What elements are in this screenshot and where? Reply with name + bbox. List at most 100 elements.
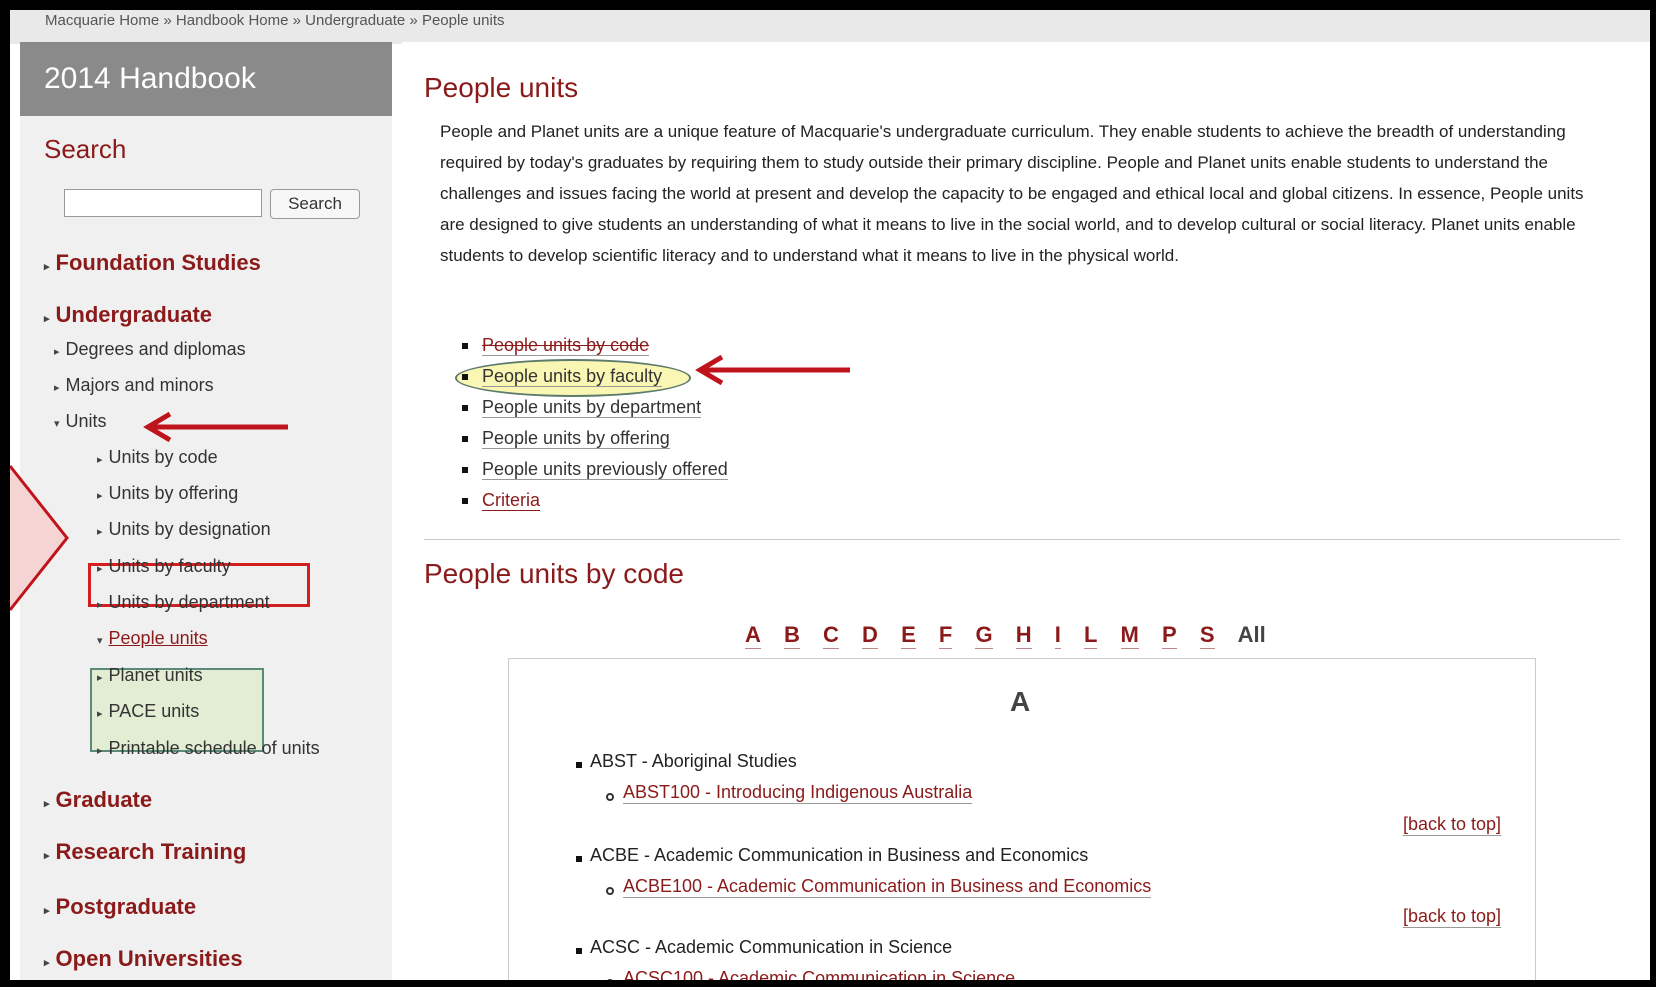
nav-postgraduate[interactable]: ▸ Postgraduate (44, 894, 196, 920)
unit-link[interactable]: ACSC100 - Academic Communication in Scie… (623, 968, 1015, 980)
letter-link-h[interactable]: H (1015, 622, 1032, 649)
bullet-icon (462, 467, 468, 473)
letter-link-f[interactable]: F (938, 622, 953, 649)
list-item: People units by department (440, 392, 728, 423)
triangle-right-icon: ▸ (44, 957, 50, 969)
triangle-right-icon: ▸ (44, 905, 50, 917)
letter-link-b[interactable]: B (784, 622, 800, 649)
circle-bullet-icon (606, 887, 614, 895)
unit-link[interactable]: ABST100 - Introducing Indigenous Austral… (623, 782, 973, 804)
list-item: People units by offering (440, 423, 728, 454)
link-people-units-previously-offered[interactable]: People units previously offered (482, 459, 728, 480)
triangle-right-icon: ▸ (97, 672, 103, 684)
unit-group-heading: ACSC - Academic Communication in Science (590, 937, 953, 957)
nav-people-units[interactable]: ▾ People units (97, 628, 208, 649)
list-item: People units by faculty (440, 361, 728, 392)
link-people-units-by-department[interactable]: People units by department (482, 397, 702, 418)
breadcrumb-handbook-home[interactable]: Handbook Home (176, 12, 289, 29)
triangle-right-icon: ▸ (97, 599, 103, 611)
unit-group-heading: ACBE - Academic Communication in Busines… (590, 845, 1089, 865)
section-letter: A (1010, 686, 1031, 717)
handbook-title: 2014 Handbook (20, 42, 392, 116)
nav-units-by-faculty[interactable]: ▸ Units by faculty (97, 556, 231, 577)
nav-foundation-studies[interactable]: ▸ Foundation Studies (44, 250, 261, 276)
unit-link[interactable]: ACBE100 - Academic Communication in Busi… (623, 876, 1152, 898)
letter-link-c[interactable]: C (823, 622, 839, 649)
nav-research-training[interactable]: ▸ Research Training (44, 839, 246, 865)
letter-link-d[interactable]: D (862, 622, 878, 649)
triangle-right-icon: ▸ (97, 745, 103, 757)
list-item: People units by code (440, 330, 728, 361)
bullet-icon (462, 498, 468, 504)
bullet-icon (462, 343, 468, 349)
triangle-down-icon: ▾ (97, 635, 103, 647)
circle-bullet-icon (606, 793, 614, 801)
nav-planet-units[interactable]: ▸ Planet units (97, 665, 203, 686)
nav-undergraduate[interactable]: ▸ Undergraduate (44, 302, 212, 328)
nav-units-by-designation[interactable]: ▸ Units by designation (97, 519, 271, 540)
page-title: People units (424, 72, 579, 103)
bullet-icon (576, 948, 582, 954)
letter-index: A B C D E F G H I L M P S All (745, 622, 1283, 649)
letter-link-e[interactable]: E (901, 622, 916, 649)
nav-units-by-code[interactable]: ▸ Units by code (97, 447, 218, 468)
triangle-right-icon: ▸ (54, 382, 60, 394)
bullet-icon (462, 405, 468, 411)
link-people-units-by-faculty[interactable]: People units by faculty (482, 366, 663, 387)
letter-link-all[interactable]: All (1238, 622, 1266, 648)
section-heading: People units by code (424, 558, 684, 589)
search-button[interactable]: Search (270, 189, 360, 219)
nav-majors[interactable]: ▸ Majors and minors (54, 375, 214, 396)
list-item: People units previously offered (440, 454, 728, 485)
triangle-right-icon: ▸ (97, 526, 103, 538)
triangle-down-icon: ▾ (54, 418, 60, 430)
bullet-icon (576, 856, 582, 862)
nav-units[interactable]: ▾ Units (54, 411, 107, 432)
bullet-icon (462, 436, 468, 442)
circle-bullet-icon (606, 979, 614, 980)
breadcrumb: Macquarie Home » Handbook Home » Undergr… (10, 10, 1650, 44)
nav-pace-units[interactable]: ▸ PACE units (97, 701, 199, 722)
triangle-right-icon: ▸ (54, 346, 60, 358)
letter-link-p[interactable]: P (1162, 622, 1177, 649)
bullet-icon (462, 374, 468, 380)
search-input[interactable] (64, 189, 262, 217)
letter-link-i[interactable]: I (1054, 622, 1061, 649)
letter-link-m[interactable]: M (1120, 622, 1139, 649)
link-criteria[interactable]: Criteria (482, 490, 541, 511)
breadcrumb-undergraduate[interactable]: Undergraduate (305, 12, 405, 29)
triangle-right-icon: ▸ (97, 454, 103, 466)
people-units-links: People units by code People units by fac… (440, 330, 728, 516)
triangle-right-icon: ▸ (44, 850, 50, 862)
nav-open-universities[interactable]: ▸ Open Universities (44, 946, 243, 972)
triangle-right-icon: ▸ (97, 490, 103, 502)
link-people-units-by-offering[interactable]: People units by offering (482, 428, 670, 449)
letter-link-a[interactable]: A (745, 622, 761, 649)
unit-group-heading: ABST - Aboriginal Studies (590, 751, 797, 771)
nav-printable-schedule[interactable]: ▸ Printable schedule of units (97, 738, 320, 759)
search-heading: Search (44, 134, 127, 164)
triangle-right-icon: ▸ (97, 708, 103, 720)
triangle-right-icon: ▸ (44, 313, 50, 325)
bullet-icon (576, 762, 582, 768)
breadcrumb-current: People units (421, 12, 505, 29)
back-to-top-link[interactable]: [back to top] (1403, 814, 1502, 836)
letter-link-l[interactable]: L (1083, 622, 1098, 649)
letter-link-s[interactable]: S (1199, 622, 1215, 649)
nav-units-by-department[interactable]: ▸ Units by department (97, 592, 270, 613)
nav-graduate[interactable]: ▸ Graduate (44, 787, 152, 813)
nav-units-by-offering[interactable]: ▸ Units by offering (97, 483, 238, 504)
browser-frame: Macquarie Home » Handbook Home » Undergr… (10, 10, 1650, 980)
link-people-units-by-code[interactable]: People units by code (482, 335, 650, 356)
intro-paragraph: People and Planet units are a unique fea… (440, 122, 1584, 265)
back-to-top-link[interactable]: [back to top] (1403, 906, 1502, 928)
breadcrumb-home[interactable]: Macquarie Home (45, 12, 159, 29)
triangle-right-icon: ▸ (97, 563, 103, 575)
triangle-right-icon: ▸ (44, 798, 50, 810)
sidebar: 2014 Handbook Search Search ▸ Foundation … (20, 42, 392, 980)
nav-degrees[interactable]: ▸ Degrees and diplomas (54, 339, 246, 360)
section-divider (424, 539, 1620, 540)
list-item: Criteria (440, 485, 728, 516)
triangle-right-icon: ▸ (44, 261, 50, 273)
letter-link-g[interactable]: G (975, 622, 993, 649)
